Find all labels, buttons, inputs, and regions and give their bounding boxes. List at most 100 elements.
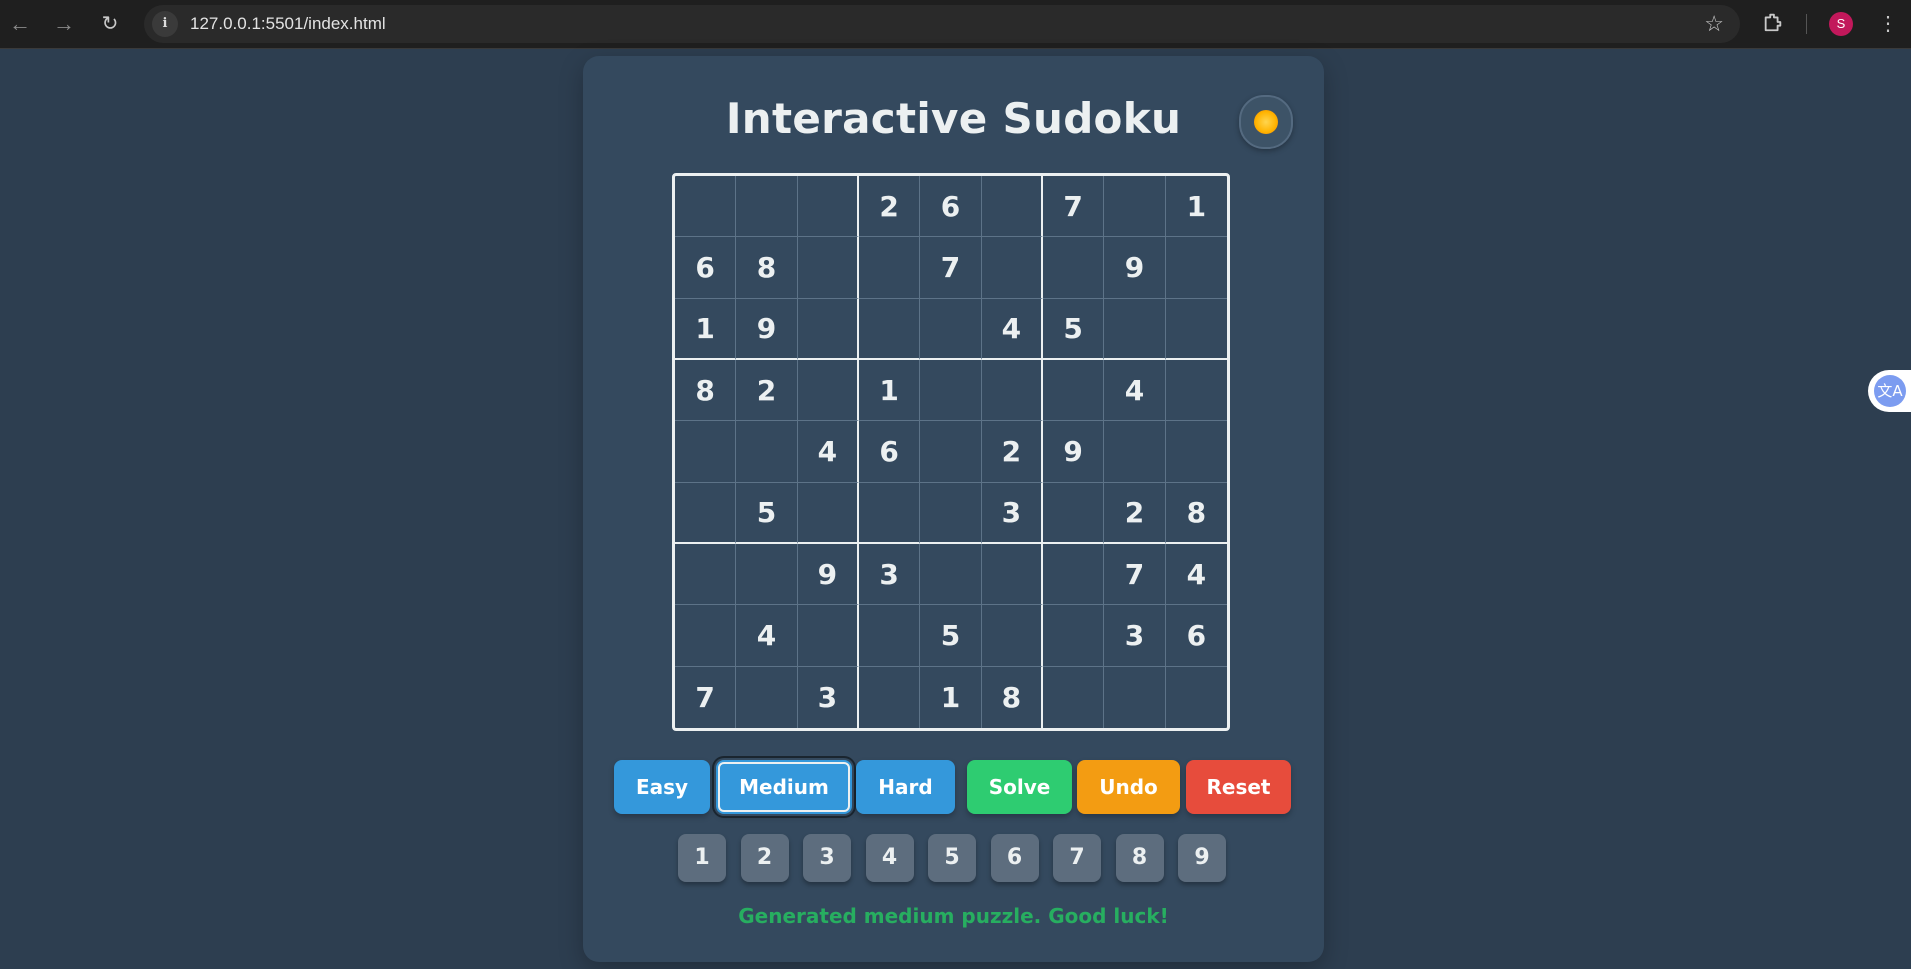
sudoku-cell[interactable]: 5: [736, 482, 798, 544]
sudoku-cell[interactable]: [1043, 666, 1105, 728]
sudoku-cell[interactable]: 4: [797, 421, 859, 483]
sudoku-cell[interactable]: [675, 176, 737, 238]
sudoku-cell[interactable]: [858, 298, 921, 360]
sudoku-cell[interactable]: 4: [736, 605, 798, 667]
sudoku-cell[interactable]: 8: [982, 666, 1043, 728]
number-button[interactable]: 4: [865, 834, 914, 882]
sudoku-cell[interactable]: [981, 359, 1043, 422]
sudoku-cell[interactable]: 5: [920, 605, 982, 667]
sudoku-cell[interactable]: [1104, 666, 1166, 728]
reload-icon[interactable]: ↻: [98, 12, 122, 36]
sudoku-cell[interactable]: 6: [858, 421, 921, 483]
address-bar[interactable]: i 127.0.0.1:5501/index.html ☆: [144, 5, 1740, 43]
sudoku-cell[interactable]: 9: [1042, 421, 1105, 483]
sudoku-cell[interactable]: [920, 421, 982, 483]
sudoku-cell[interactable]: [736, 176, 798, 238]
sudoku-cell[interactable]: 9: [736, 298, 798, 360]
sudoku-cell[interactable]: [920, 482, 982, 544]
undo-button[interactable]: Undo: [1077, 760, 1180, 814]
medium-button[interactable]: Medium: [716, 760, 852, 814]
more-menu-icon[interactable]: ⋮: [1878, 10, 1898, 38]
sudoku-cell[interactable]: 8: [736, 237, 798, 299]
sudoku-cell[interactable]: [1165, 360, 1227, 422]
sudoku-cell[interactable]: [920, 359, 982, 422]
translate-widget[interactable]: 文A: [1868, 370, 1911, 412]
sudoku-cell[interactable]: [675, 421, 737, 483]
sudoku-cell[interactable]: [736, 543, 798, 606]
sudoku-cell[interactable]: 3: [1104, 605, 1166, 667]
number-button[interactable]: 8: [1115, 834, 1164, 882]
translate-icon[interactable]: 文A: [1874, 375, 1906, 407]
number-button[interactable]: 6: [990, 834, 1039, 882]
sudoku-cell[interactable]: 1: [920, 666, 982, 728]
profile-avatar[interactable]: S: [1829, 12, 1853, 36]
sudoku-cell[interactable]: [1165, 299, 1227, 360]
reset-button[interactable]: Reset: [1186, 760, 1291, 814]
sudoku-cell[interactable]: [1104, 298, 1166, 360]
sudoku-cell[interactable]: [858, 605, 921, 667]
sudoku-cell[interactable]: [1042, 237, 1105, 299]
sudoku-cell[interactable]: 6: [675, 237, 737, 299]
sudoku-cell[interactable]: [797, 176, 859, 238]
sudoku-cell[interactable]: [1165, 237, 1227, 299]
sudoku-cell[interactable]: 1: [1165, 176, 1227, 238]
extensions-icon[interactable]: [1762, 11, 1784, 33]
sudoku-cell[interactable]: [797, 605, 859, 667]
sudoku-cell[interactable]: 2: [736, 359, 798, 422]
sudoku-cell[interactable]: [675, 482, 737, 544]
sudoku-cell[interactable]: [981, 176, 1043, 238]
sudoku-cell[interactable]: 3: [798, 666, 859, 728]
sudoku-cell[interactable]: [1166, 667, 1227, 728]
easy-button[interactable]: Easy: [614, 760, 710, 814]
sudoku-cell[interactable]: [1042, 482, 1105, 544]
solve-button[interactable]: Solve: [967, 760, 1072, 814]
sudoku-cell[interactable]: [920, 543, 982, 606]
sudoku-cell[interactable]: 1: [858, 359, 921, 422]
sudoku-cell[interactable]: [981, 237, 1043, 299]
sudoku-cell[interactable]: [797, 237, 859, 299]
hard-button[interactable]: Hard: [856, 760, 955, 814]
sudoku-cell[interactable]: [736, 421, 798, 483]
sudoku-cell[interactable]: [1104, 421, 1166, 483]
sudoku-cell[interactable]: 4: [1165, 544, 1227, 606]
number-button[interactable]: 5: [928, 834, 976, 882]
number-button[interactable]: 7: [1053, 834, 1101, 882]
sudoku-cell[interactable]: 2: [1104, 482, 1166, 544]
theme-toggle-button[interactable]: [1239, 95, 1293, 149]
sudoku-cell[interactable]: [675, 605, 737, 667]
sudoku-cell[interactable]: 8: [675, 359, 737, 422]
sudoku-cell[interactable]: 6: [1165, 605, 1227, 667]
number-button[interactable]: 3: [803, 834, 851, 882]
sudoku-cell[interactable]: 4: [1104, 359, 1166, 422]
sudoku-cell[interactable]: [797, 359, 859, 422]
sudoku-cell[interactable]: 2: [981, 421, 1043, 483]
sudoku-cell[interactable]: [736, 666, 798, 728]
forward-icon[interactable]: →: [52, 12, 76, 36]
sudoku-cell[interactable]: [981, 543, 1043, 606]
sudoku-cell[interactable]: [675, 543, 737, 606]
number-button[interactable]: 1: [678, 834, 726, 882]
sudoku-cell[interactable]: 5: [1042, 298, 1105, 360]
sudoku-cell[interactable]: 9: [1104, 237, 1166, 299]
sudoku-cell[interactable]: 3: [858, 543, 921, 606]
sudoku-cell[interactable]: [859, 666, 921, 728]
sudoku-cell[interactable]: [981, 605, 1043, 667]
sudoku-cell[interactable]: [1104, 176, 1166, 238]
sudoku-cell[interactable]: 7: [920, 237, 982, 299]
sudoku-cell[interactable]: 7: [1042, 176, 1105, 238]
sudoku-cell[interactable]: [1042, 605, 1105, 667]
back-icon[interactable]: ←: [8, 12, 32, 36]
number-button[interactable]: 2: [740, 834, 789, 882]
sudoku-cell[interactable]: 1: [675, 298, 737, 360]
sudoku-cell[interactable]: 7: [675, 666, 737, 728]
sudoku-cell[interactable]: [1042, 543, 1105, 606]
sudoku-cell[interactable]: [920, 298, 982, 360]
sudoku-cell[interactable]: 4: [981, 298, 1043, 360]
url-text[interactable]: 127.0.0.1:5501/index.html: [190, 14, 386, 34]
sudoku-cell[interactable]: [1042, 359, 1105, 422]
bookmark-star-icon[interactable]: ☆: [1704, 11, 1724, 37]
sudoku-cell[interactable]: 9: [797, 543, 859, 606]
sudoku-cell[interactable]: [797, 482, 859, 544]
sudoku-cell[interactable]: [797, 298, 859, 360]
sudoku-cell[interactable]: 2: [858, 176, 921, 238]
